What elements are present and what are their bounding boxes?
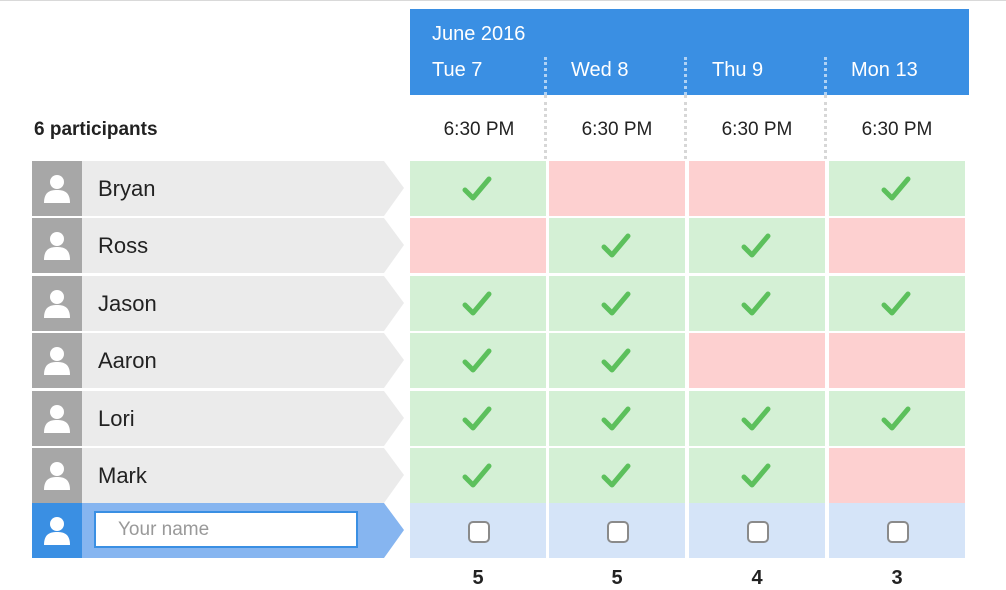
time-label-3: 6:30 PM bbox=[721, 119, 793, 140]
vote-cell-yes bbox=[549, 448, 685, 503]
availability-checkbox-cell bbox=[689, 503, 825, 558]
availability-checkbox-cell bbox=[410, 503, 546, 558]
availability-checkbox-cell bbox=[829, 503, 965, 558]
vote-cell-no bbox=[410, 218, 546, 273]
vote-cell-no bbox=[549, 161, 685, 216]
vote-cell-yes bbox=[549, 333, 685, 388]
day-label-2: Wed 8 bbox=[571, 59, 629, 81]
vote-cell-no bbox=[689, 161, 825, 216]
total-count-1: 5 bbox=[472, 567, 484, 589]
column-separator bbox=[824, 57, 827, 95]
vote-cell-yes bbox=[410, 276, 546, 331]
vote-cell-yes bbox=[689, 218, 825, 273]
column-separator bbox=[824, 95, 827, 159]
user-icon bbox=[44, 517, 70, 545]
avatar bbox=[32, 218, 82, 273]
vote-cell-no bbox=[829, 218, 965, 273]
vote-cell-yes bbox=[689, 276, 825, 331]
vote-cell-yes bbox=[410, 333, 546, 388]
avatar bbox=[32, 161, 82, 216]
month-label: June 2016 bbox=[432, 23, 526, 45]
name-background bbox=[32, 161, 404, 216]
column-separator bbox=[544, 57, 547, 95]
vote-cell-no bbox=[829, 333, 965, 388]
user-icon bbox=[44, 232, 70, 260]
vote-cell-no bbox=[829, 448, 965, 503]
total-count-4: 3 bbox=[891, 567, 903, 589]
day-label-1: Tue 7 bbox=[432, 59, 483, 81]
name-background bbox=[32, 218, 404, 273]
avatar bbox=[32, 333, 82, 388]
top-divider bbox=[0, 0, 1006, 1]
participant-name: Mark bbox=[98, 463, 147, 488]
avatar bbox=[32, 391, 82, 446]
time-label-4: 6:30 PM bbox=[861, 119, 933, 140]
name-background bbox=[32, 276, 404, 331]
avatar bbox=[32, 276, 82, 331]
vote-cell-yes bbox=[549, 218, 685, 273]
vote-cell-yes bbox=[689, 391, 825, 446]
avatar bbox=[32, 448, 82, 503]
day-label-3: Thu 9 bbox=[712, 59, 764, 81]
avatar bbox=[32, 503, 82, 558]
date-header: June 2016 Tue 7 Wed 8 Thu 9 Mon 13 bbox=[410, 9, 969, 95]
vote-cell-yes bbox=[410, 391, 546, 446]
total-count-2: 5 bbox=[611, 567, 623, 589]
vote-cell-yes bbox=[829, 276, 965, 331]
user-icon bbox=[44, 347, 70, 375]
participant-name: Bryan bbox=[98, 176, 156, 201]
participant-name: Lori bbox=[98, 406, 135, 431]
vote-cell-yes bbox=[549, 276, 685, 331]
column-separator bbox=[684, 57, 687, 95]
vote-cell-yes bbox=[410, 448, 546, 503]
time-label-2: 6:30 PM bbox=[581, 119, 653, 140]
user-icon bbox=[44, 462, 70, 490]
availability-checkbox[interactable] bbox=[887, 521, 909, 543]
name-background bbox=[32, 448, 404, 503]
availability-checkbox[interactable] bbox=[607, 521, 629, 543]
your-name-input[interactable] bbox=[94, 511, 358, 548]
user-icon bbox=[44, 290, 70, 318]
vote-cell-yes bbox=[410, 161, 546, 216]
column-separator bbox=[544, 95, 547, 159]
availability-checkbox[interactable] bbox=[747, 521, 769, 543]
vote-cell-no bbox=[689, 333, 825, 388]
availability-checkbox-cell bbox=[549, 503, 685, 558]
column-separator bbox=[684, 95, 687, 159]
total-count-3: 4 bbox=[751, 567, 763, 589]
name-background bbox=[32, 333, 404, 388]
day-label-4: Mon 13 bbox=[851, 59, 918, 81]
name-background bbox=[32, 391, 404, 446]
vote-cell-yes bbox=[829, 391, 965, 446]
availability-checkbox[interactable] bbox=[468, 521, 490, 543]
vote-cell-yes bbox=[689, 448, 825, 503]
participants-count: 6 participants bbox=[34, 119, 158, 140]
vote-cell-yes bbox=[549, 391, 685, 446]
time-label-1: 6:30 PM bbox=[443, 119, 515, 140]
participant-name: Aaron bbox=[98, 348, 157, 373]
user-icon bbox=[44, 175, 70, 203]
vote-cell-yes bbox=[829, 161, 965, 216]
user-icon bbox=[44, 405, 70, 433]
